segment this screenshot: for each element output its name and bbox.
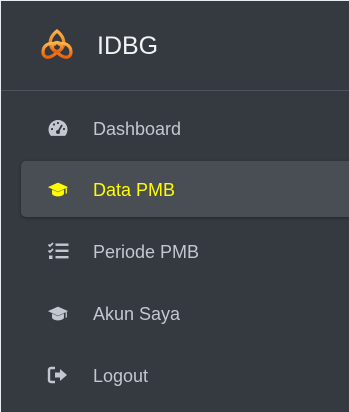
tasks-list-icon xyxy=(47,242,69,259)
sidebar-item-label: Akun Saya xyxy=(93,304,181,324)
brand-link[interactable]: IDBG xyxy=(1,1,349,91)
sidebar-item-label: Periode PMB xyxy=(93,242,200,262)
sidebar-item-periode-pmb[interactable]: Periode PMB xyxy=(21,223,349,279)
triquetra-logo-icon xyxy=(41,28,73,59)
sidebar-item-label: Logout xyxy=(93,366,149,386)
graduation-cap-icon xyxy=(47,182,69,197)
sidebar-item-logout[interactable]: Logout xyxy=(21,347,349,403)
tachometer-icon xyxy=(48,120,68,136)
sidebar-item-data-pmb[interactable]: Data PMB xyxy=(21,161,349,217)
brand-name: IDBG xyxy=(97,32,159,60)
sidebar: IDBG Dashboard Data PMB Periode PMB Akun… xyxy=(0,0,349,412)
sidebar-item-label: Dashboard xyxy=(93,119,182,139)
sidebar-item-label: Data PMB xyxy=(93,180,176,200)
graduation-cap-icon xyxy=(47,306,69,321)
sidebar-item-dashboard[interactable]: Dashboard xyxy=(21,100,349,156)
sidebar-item-akun-saya[interactable]: Akun Saya xyxy=(21,285,349,341)
sign-out-icon xyxy=(47,366,67,384)
